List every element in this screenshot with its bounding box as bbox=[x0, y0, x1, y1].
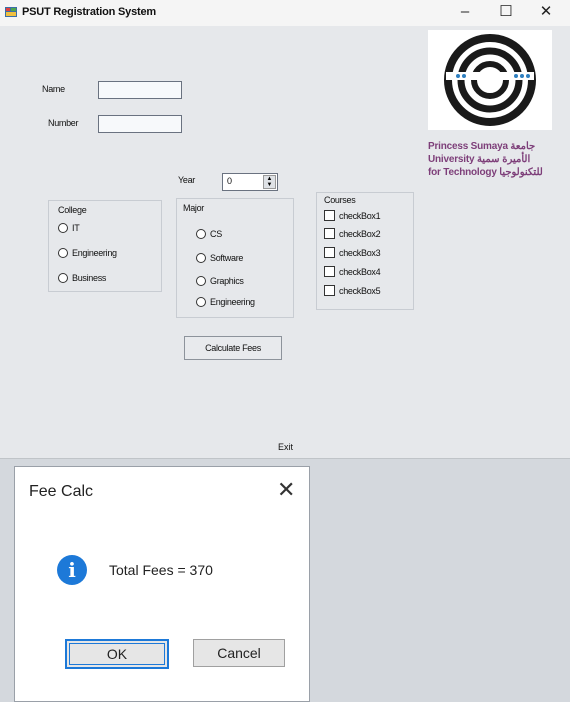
logo-text-line2: University الأميرة سمية bbox=[428, 154, 531, 165]
checkbox-icon bbox=[324, 228, 335, 239]
radio-circle-icon bbox=[58, 273, 68, 283]
app-icon bbox=[5, 7, 17, 17]
radio-circle-icon bbox=[196, 229, 206, 239]
college-label: College bbox=[58, 205, 87, 215]
info-icon: i bbox=[57, 555, 87, 585]
number-label: Number bbox=[48, 118, 79, 128]
radio-circle-icon bbox=[196, 253, 206, 263]
title-bar[interactable]: PSUT Registration System – ☐ ✕ bbox=[0, 0, 570, 26]
year-stepper[interactable]: 0 ▲ ▼ bbox=[222, 173, 278, 191]
radio-major-cs[interactable]: CS bbox=[196, 229, 222, 239]
course-checkbox-1[interactable]: checkBox1 bbox=[324, 210, 381, 221]
year-value: 0 bbox=[227, 176, 233, 186]
radio-circle-icon bbox=[196, 276, 206, 286]
maximize-button[interactable]: ☐ bbox=[495, 2, 517, 22]
course-checkbox-2[interactable]: checkBox2 bbox=[324, 228, 381, 239]
minimize-button[interactable]: – bbox=[454, 2, 476, 22]
dialog-close-icon[interactable]: ✕ bbox=[277, 477, 295, 503]
ok-button[interactable]: OK bbox=[65, 639, 169, 669]
name-input[interactable] bbox=[98, 81, 182, 99]
close-button[interactable]: ✕ bbox=[535, 2, 557, 22]
radio-college-engineering[interactable]: Engineering bbox=[58, 248, 117, 258]
checkbox-icon bbox=[324, 285, 335, 296]
course-checkbox-4[interactable]: checkBox4 bbox=[324, 266, 381, 277]
cancel-button[interactable]: Cancel bbox=[193, 639, 285, 667]
exit-button[interactable]: Exit bbox=[278, 442, 293, 452]
number-input[interactable] bbox=[98, 115, 182, 133]
calculate-fees-button[interactable]: Calculate Fees bbox=[184, 336, 282, 360]
radio-circle-icon bbox=[58, 223, 68, 233]
checkbox-icon bbox=[324, 210, 335, 221]
stepper-arrows-icon[interactable]: ▲ ▼ bbox=[263, 175, 276, 189]
name-label: Name bbox=[42, 84, 65, 94]
course-checkbox-5[interactable]: checkBox5 bbox=[324, 285, 381, 296]
radio-college-it[interactable]: IT bbox=[58, 223, 80, 233]
logo-text-line3: for Technology للتكنولوجيا bbox=[428, 167, 543, 178]
psut-logo bbox=[428, 30, 552, 130]
year-label: Year bbox=[178, 175, 195, 185]
registration-window: PSUT Registration System – ☐ ✕ Name Numb… bbox=[0, 0, 570, 459]
radio-major-software[interactable]: Software bbox=[196, 253, 243, 263]
checkbox-icon bbox=[324, 266, 335, 277]
window-title: PSUT Registration System bbox=[22, 6, 156, 18]
major-label: Major bbox=[183, 203, 205, 213]
checkbox-icon bbox=[324, 247, 335, 258]
dialog-message: Total Fees = 370 bbox=[109, 562, 213, 578]
fee-calc-dialog: Fee Calc ✕ i Total Fees = 370 OK Cancel bbox=[14, 466, 310, 702]
radio-circle-icon bbox=[58, 248, 68, 258]
courses-label: Courses bbox=[324, 195, 356, 205]
logo-text-line1: Princess Sumaya جامعة bbox=[428, 141, 536, 152]
radio-major-graphics[interactable]: Graphics bbox=[196, 276, 244, 286]
radio-college-business[interactable]: Business bbox=[58, 273, 106, 283]
psut-logo-emblem-icon bbox=[444, 34, 536, 126]
radio-major-engineering[interactable]: Engineering bbox=[196, 297, 255, 307]
dialog-title: Fee Calc bbox=[29, 483, 94, 500]
course-checkbox-3[interactable]: checkBox3 bbox=[324, 247, 381, 258]
radio-circle-icon bbox=[196, 297, 206, 307]
